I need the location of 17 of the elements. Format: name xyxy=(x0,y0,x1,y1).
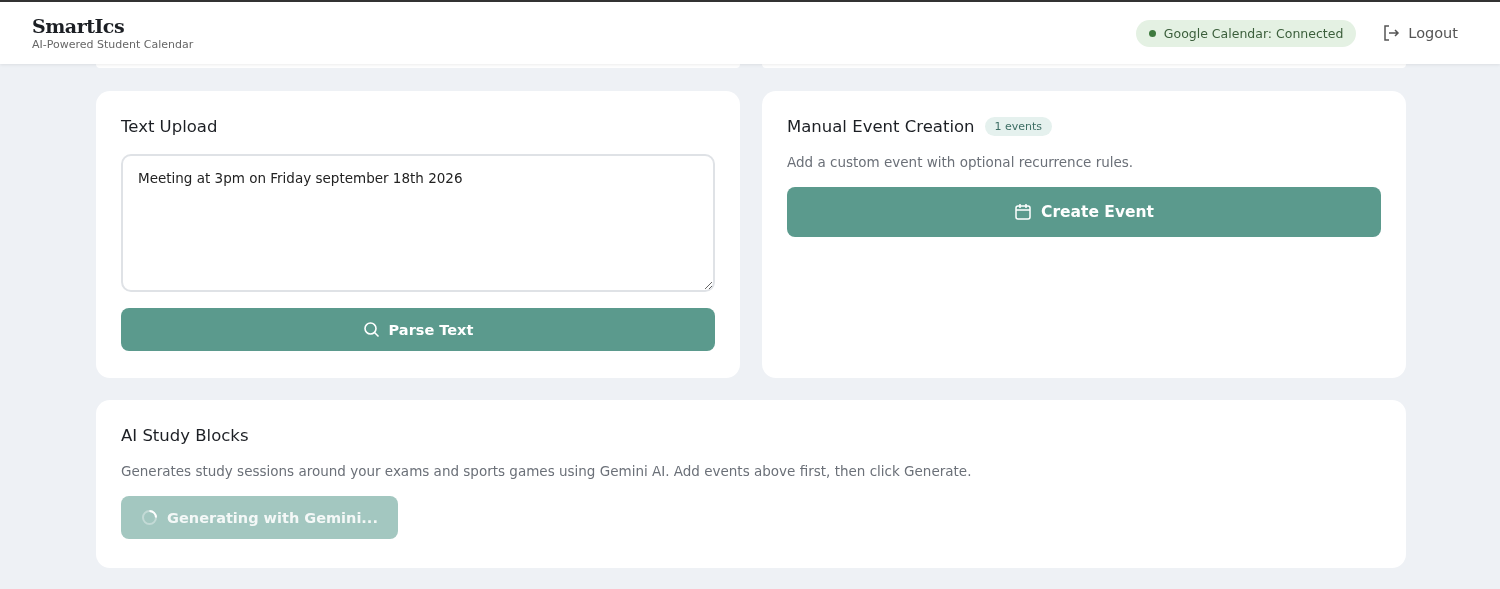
create-event-button[interactable]: Create Event xyxy=(787,187,1381,237)
calendar-icon xyxy=(1014,203,1032,221)
spinner-icon xyxy=(141,509,159,526)
card-title: Text Upload xyxy=(121,117,219,136)
search-icon xyxy=(362,321,380,338)
text-input-field[interactable]: Meeting at 3pm on Friday september 18th 2026 xyxy=(121,154,715,292)
card-description: Generates study sessions around your exams and sports games using Gemini AI. Add events above first, then click Generate. xyxy=(121,463,973,479)
card-description: Add a custom event with optional recurrence rules. xyxy=(787,154,1135,170)
card-title: AI Study Blocks xyxy=(121,426,250,445)
connection-status-badge: Google Calendar: Connected xyxy=(1135,19,1357,47)
parse-text-button[interactable]: Parse Text xyxy=(121,308,715,351)
logout-icon xyxy=(1382,24,1401,42)
event-count-badge: 1 events xyxy=(984,117,1053,136)
card-title: Manual Event Creation xyxy=(787,117,975,136)
app-tagline: AI-Powered Student Calendar xyxy=(32,38,194,51)
logout-button[interactable]: Logout xyxy=(1382,24,1458,42)
app-logo: SmartIcs xyxy=(32,15,126,37)
